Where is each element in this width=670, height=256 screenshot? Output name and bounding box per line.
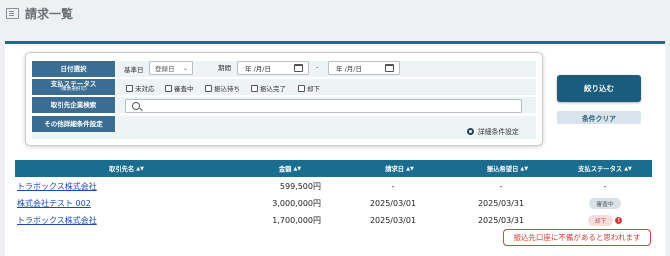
status-cell[interactable]: 却下 ! [558,212,652,229]
clear-conditions-button[interactable]: 条件クリア [557,111,641,124]
period-label: 期間 [218,64,231,72]
base-date-label: 基準日 [124,66,144,74]
date-to-value: 年 /月/日 [336,65,362,73]
sort-icon: ▲▼ [624,165,632,172]
table-row: 株式会社テスト 002 3,000,000円 2025/03/01 2025/0… [15,195,652,212]
detail-conditions-label: 詳細条件設定 [478,128,519,136]
status-badge: 審査中 [589,198,621,209]
column-header-partner[interactable]: 取引先名 ▲▼ [15,160,238,177]
checkbox[interactable] [251,84,258,92]
desired-date-cell: 2025/03/31 [477,216,525,225]
partner-search-input[interactable] [125,99,522,113]
desired-date-cell: - [499,182,503,191]
partner-link[interactable]: トラボックス株式会社 [17,178,97,195]
filter-label-status: 支払ステータス (複数選択可) [32,79,115,95]
invoice-date-cell: 2025/03/01 [369,216,417,225]
partner-link[interactable]: 株式会社テスト 002 [17,195,91,212]
checkbox-label: 審査中 [174,85,194,93]
status-checkbox-rejected[interactable]: 却下 [298,83,320,93]
page-header: 請求一覧 [6,5,73,21]
date-range-separator: - [316,63,319,71]
narrow-down-button[interactable]: 絞り込む [557,75,641,102]
checkbox[interactable] [205,84,212,92]
checkbox[interactable] [298,84,305,92]
date-from-input[interactable]: 年 /月/日 [237,61,309,75]
amount-cell: 599,500円 [279,182,321,191]
calendar-icon[interactable] [385,64,394,72]
filter-label-date: 日付選択 [32,61,115,77]
status-checkbox-reviewing[interactable]: 審査中 [165,83,194,93]
status-checkbox-unhandled[interactable]: 未対応 [126,83,155,93]
status-cell: - [603,182,607,191]
desired-date-cell: 2025/03/31 [477,199,525,208]
status-badge: 却下 [587,215,614,226]
date-from-value: 年 /月/日 [245,65,271,73]
radio-dot-icon [467,127,474,135]
search-icon [132,102,140,110]
sort-icon: ▲▼ [136,165,144,172]
error-tooltip: 振込先口座に不備があると思われます [503,229,651,246]
page-title: 請求一覧 [25,6,74,21]
base-date-select[interactable]: 登録日 ⌄ [149,61,193,75]
checkbox[interactable] [165,84,172,92]
filter-row-other: その他詳細条件設定 [32,116,536,139]
warning-icon[interactable]: ! [615,217,623,224]
checkbox-label: 振込完了 [260,85,286,93]
calendar-icon[interactable] [294,64,303,72]
amount-cell: 1,700,000円 [272,216,321,225]
sort-icon: ▲▼ [406,165,414,172]
table-header: 取引先名 ▲▼ 金額 ▲▼ 請求日 ▲▼ 振込希望日 ▲▼ 支払ステータス ▲▼ [15,160,652,177]
column-header-desired-date[interactable]: 振込希望日 ▲▼ [457,160,558,177]
table-row: トラボックス株式会社 1,700,000円 2025/03/01 2025/03… [15,212,652,229]
partner-link[interactable]: トラボックス株式会社 [17,212,97,229]
sort-icon: ▲▼ [293,165,302,172]
detail-conditions-link[interactable]: 詳細条件設定 [467,126,519,136]
invoice-date-cell: - [391,182,395,191]
invoice-date-cell: 2025/03/01 [369,199,417,208]
amount-cell: 3,000,000円 [272,199,321,208]
column-header-invoice-date[interactable]: 請求日 ▲▼ [342,160,457,177]
base-date-value: 登録日 [155,65,175,73]
chevron-down-icon: ⌄ [182,65,188,72]
checkbox-label: 却下 [307,85,320,93]
sort-icon: ▲▼ [520,165,529,172]
filter-label-partner: 取引先企業検索 [32,97,115,113]
status-checkbox-completed[interactable]: 振込完了 [251,83,286,93]
checkbox[interactable] [126,84,133,92]
checkbox-label: 未対応 [135,85,155,93]
column-header-amount[interactable]: 金額 ▲▼ [238,160,342,177]
list-icon [6,7,19,19]
column-header-status[interactable]: 支払ステータス ▲▼ [558,160,652,177]
checkbox-label: 振込待ち [214,85,240,93]
date-to-input[interactable]: 年 /月/日 [328,61,400,75]
table-row: トラボックス株式会社 599,500円 - - - [15,178,652,195]
filter-label-other: その他詳細条件設定 [32,116,115,132]
status-checkbox-awaiting[interactable]: 振込待ち [205,83,240,93]
status-cell: 審査中 [558,195,652,212]
